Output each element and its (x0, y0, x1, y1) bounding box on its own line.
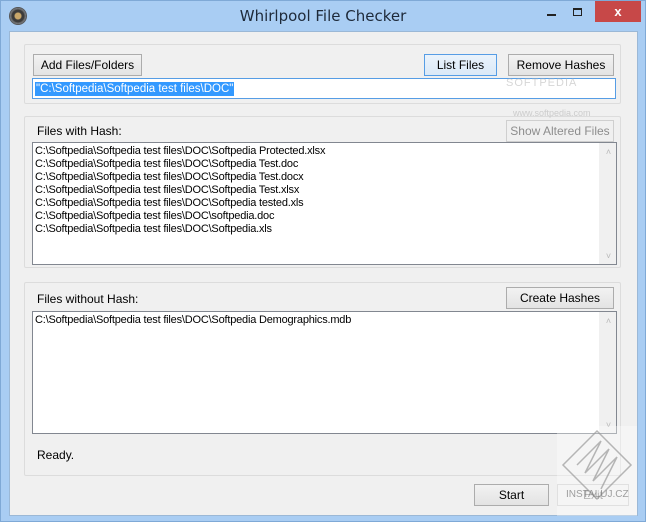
add-files-folders-button[interactable]: Add Files/Folders (33, 54, 142, 76)
maximize-button[interactable] (564, 1, 590, 22)
scroll-up-arrow-icon[interactable]: ˄ (600, 312, 617, 329)
list-item[interactable]: C:\Softpedia\Softpedia test files\DOC\So… (35, 145, 598, 158)
softpedia-watermark: SOFTPEDIA (506, 77, 578, 89)
minimize-button[interactable] (538, 1, 564, 22)
close-icon: x (614, 4, 622, 19)
client-area: Add Files/Folders List Files Remove Hash… (9, 31, 638, 516)
scroll-down-arrow-icon[interactable]: ˅ (600, 247, 617, 264)
create-hashes-button[interactable]: Create Hashes (506, 287, 614, 309)
list-item[interactable]: C:\Softpedia\Softpedia test files\DOC\So… (35, 184, 598, 197)
start-button[interactable]: Start (474, 484, 549, 506)
files-with-hash-scrollbar[interactable]: ˄ ˅ (599, 143, 616, 264)
list-item[interactable]: C:\Softpedia\Softpedia test files\DOC\So… (35, 314, 598, 327)
scroll-up-arrow-icon[interactable]: ˄ (600, 143, 617, 160)
minimize-icon (546, 13, 556, 16)
files-without-hash-list[interactable]: C:\Softpedia\Softpedia test files\DOC\So… (32, 311, 617, 434)
close-button[interactable]: x (595, 1, 641, 22)
list-item[interactable]: C:\Softpedia\Softpedia test files\DOC\so… (35, 210, 598, 223)
list-item[interactable]: C:\Softpedia\Softpedia test files\DOC\So… (35, 171, 598, 184)
files-without-hash-label: Files without Hash: (37, 292, 139, 306)
softpedia-url-watermark: www.softpedia.com (513, 108, 591, 118)
app-window: Whirlpool File Checker x Add Files/Folde… (0, 0, 646, 522)
maximize-icon (572, 7, 582, 16)
list-item[interactable]: C:\Softpedia\Softpedia test files\DOC\So… (35, 158, 598, 171)
list-files-button[interactable]: List Files (424, 54, 497, 76)
files-with-hash-list[interactable]: C:\Softpedia\Softpedia test files\DOC\So… (32, 142, 617, 265)
list-item[interactable]: C:\Softpedia\Softpedia test files\DOC\So… (35, 223, 598, 236)
files-with-hash-label: Files with Hash: (37, 124, 122, 138)
status-text: Ready. (37, 448, 75, 462)
files-with-hash-items: C:\Softpedia\Softpedia test files\DOC\So… (35, 145, 598, 262)
instaluj-watermark-text: INSTALUJ.CZ (566, 489, 629, 500)
show-altered-files-button[interactable]: Show Altered Files (506, 120, 614, 142)
remove-hashes-button[interactable]: Remove Hashes (508, 54, 614, 76)
files-without-hash-items: C:\Softpedia\Softpedia test files\DOC\So… (35, 314, 598, 431)
list-item[interactable]: C:\Softpedia\Softpedia test files\DOC\So… (35, 197, 598, 210)
files-without-hash-scrollbar[interactable]: ˄ ˅ (599, 312, 616, 433)
title-bar[interactable]: Whirlpool File Checker x (1, 1, 645, 31)
path-input-selected-text: "C:\Softpedia\Softpedia test files\DOC" (35, 82, 235, 96)
